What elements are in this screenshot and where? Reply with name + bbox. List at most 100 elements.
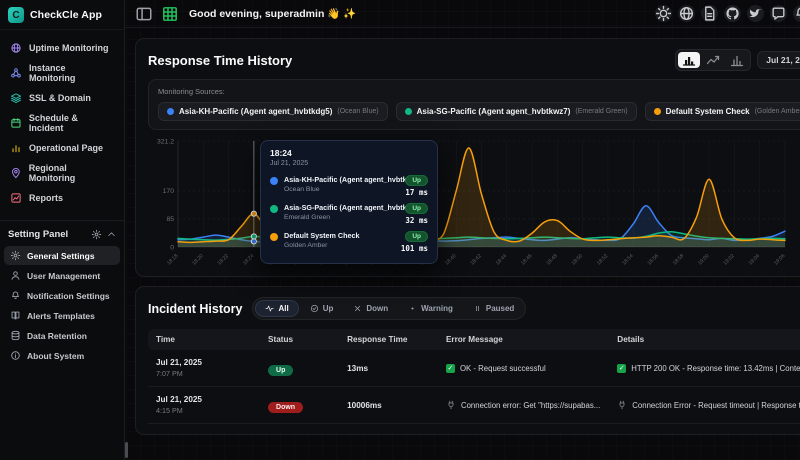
svg-text:18:18: 18:18 [166,253,180,267]
topbar: Good evening, superadmin 👋 ✨ S [125,0,800,28]
filter-up[interactable]: Up [301,301,343,316]
chevron-up-icon[interactable] [107,230,116,239]
source-color-name: (Emerald Green) [575,108,627,115]
filter-label: Warning [421,304,453,313]
monitoring-source-chip[interactable]: Asia-KH-Pacific (Agent agent_hvbtkdg5)(O… [158,102,388,121]
settings-item-data-retention[interactable]: Data Retention [4,326,120,345]
source-color-name: (Golden Amber) [755,108,800,115]
settings-list: General Settings User Management Notificat… [0,244,124,367]
sidebar-item-instance-monitoring[interactable]: Instance Monitoring [4,59,120,87]
svg-text:18:40: 18:40 [444,253,458,267]
settings-item-label: General Settings [27,251,95,261]
incident-row[interactable]: Jul 21, 20257:07 PMUp13ms✓OK - Request s… [148,350,800,387]
app-logo-row[interactable]: C CheckCle App [0,0,124,30]
chart-area[interactable]: 085170321.218:1818:2018:2218:2418:2618:2… [148,136,800,268]
line-chart-button[interactable] [702,52,724,68]
twitter-icon[interactable] [747,5,764,22]
sidebar-item-ssl-domain[interactable]: SSL & Domain [4,88,120,108]
activity-icon [265,304,274,313]
tooltip-series-color: Ocean Blue [284,186,399,193]
sidebar-item-label: SSL & Domain [29,93,91,103]
tooltip-value: 32 ms [405,216,428,225]
column-header: Details [617,335,800,344]
date-filter-button[interactable]: Jul 21, 2025 [757,51,800,69]
settings-item-user-management[interactable]: User Management [4,266,120,285]
chat-icon[interactable] [770,5,787,22]
settings-item-about-system[interactable]: About System [4,346,120,365]
settings-item-general-settings[interactable]: General Settings [4,246,120,265]
filter-down[interactable]: Down [344,301,397,316]
sidebar-item-regional-monitoring[interactable]: Regional Monitoring [4,159,120,187]
monitoring-sources-label: Monitoring Sources: [158,87,800,96]
incident-history-title: Incident History [148,302,242,316]
svg-text:19:04: 19:04 [748,253,762,267]
column-header: Time [156,335,268,344]
status-badge: Up [405,203,428,214]
source-color-name: (Ocean Blue) [337,108,378,115]
filter-all[interactable]: All [255,300,298,317]
response-time-value: 13ms [347,364,446,373]
sidebar-item-label: Operational Page [29,143,103,153]
status-badge: Down [268,402,303,413]
settings-item-notification-settings[interactable]: Notification Settings [4,286,120,305]
area-chart-button[interactable] [678,52,700,68]
sidebar-item-schedule-incident[interactable]: Schedule & Incident [4,109,120,137]
check-icon: ✓ [446,364,455,373]
user-icon [10,270,21,281]
bell-icon[interactable] [793,5,800,22]
app-root: C CheckCle App Uptime MonitoringInstance… [0,0,800,460]
tooltip-row: Default System CheckGolden AmberUp101 ms [270,228,428,256]
tooltip-date: Jul 21, 2025 [270,160,428,167]
globe-icon [10,42,22,54]
settings-item-label: Notification Settings [27,291,110,301]
settings-panel-header[interactable]: Setting Panel [0,221,124,244]
vertical-scrollbar[interactable] [125,442,128,458]
sidebar-item-label: Schedule & Incident [29,113,114,133]
sidebar-item-uptime-monitoring[interactable]: Uptime Monitoring [4,38,120,58]
filter-label: All [278,304,288,313]
bars-icon [10,142,22,154]
svg-text:19:06: 19:06 [773,253,787,267]
tooltip-time: 18:24 [270,148,428,158]
sidebar-item-operational-page[interactable]: Operational Page [4,138,120,158]
gear-icon [10,250,21,261]
svg-text:321.2: 321.2 [157,138,174,145]
book-icon [10,310,21,321]
github-icon[interactable] [724,5,741,22]
svg-text:85: 85 [166,216,174,223]
sidebar-toggle-icon[interactable] [135,5,153,23]
greeting-text: Good evening, superadmin 👋 ✨ [189,7,356,20]
response-time-chart[interactable]: 085170321.218:1818:2018:2218:2418:2618:2… [148,136,793,268]
response-time-card: Response Time History Jul 21, 2025 Monit… [135,38,800,277]
svg-text:18:52: 18:52 [596,253,610,267]
monitoring-source-chip[interactable]: Default System Check(Golden Amber) [645,102,800,121]
sidebar-item-reports[interactable]: Reports [4,188,120,208]
svg-text:18:42: 18:42 [469,253,483,267]
filter-paused[interactable]: Paused [464,301,523,316]
sidebar-item-label: Regional Monitoring [29,163,114,183]
docs-icon[interactable] [701,5,718,22]
source-name: Asia-SG-Pacific (Agent agent_hvbtkwz7) [417,107,571,116]
incident-time: 4:15 PM [156,406,268,415]
monitoring-source-chip[interactable]: Asia-SG-Pacific (Agent agent_hvbtkwz7) (E… [396,102,637,121]
sidebar-item-label: Reports [29,193,63,203]
pin-icon [10,167,22,179]
check-circle-icon [310,304,319,313]
settings-item-label: Alerts Templates [27,311,95,321]
svg-text:170: 170 [163,188,175,195]
filter-warning[interactable]: Warning [399,301,462,316]
calendar-icon [10,117,22,129]
settings-item-alerts-templates[interactable]: Alerts Templates [4,306,120,325]
bell-icon [10,290,21,301]
svg-text:18:24: 18:24 [242,253,256,267]
incident-row[interactable]: Jul 21, 20254:15 PMDown10006msConnection… [148,387,800,424]
chart-type-toggle [675,49,751,71]
theme-icon[interactable] [655,5,672,22]
language-icon[interactable] [678,5,695,22]
apps-grid-icon[interactable] [161,5,179,23]
svg-text:18:20: 18:20 [191,253,205,267]
nodes-icon [10,67,22,79]
app-title: CheckCle App [30,9,102,21]
tooltip-series-name: Default System Check [284,231,395,240]
bar-chart-button[interactable] [726,52,748,68]
